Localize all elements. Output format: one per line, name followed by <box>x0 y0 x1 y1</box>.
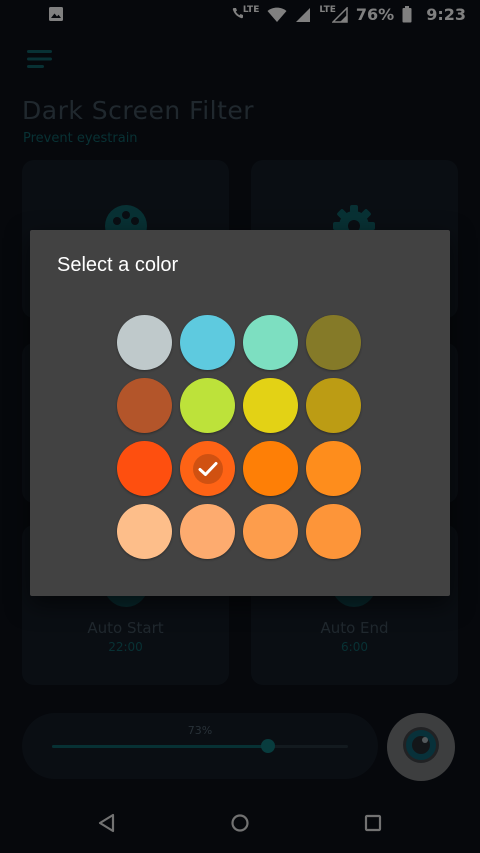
swatch-apricot[interactable] <box>180 504 235 559</box>
swatch-red-orange[interactable] <box>117 441 172 496</box>
check-icon <box>192 453 223 484</box>
select-color-dialog: Select a color <box>30 230 450 596</box>
swatch-orange[interactable] <box>243 441 298 496</box>
swatch-tangerine-light[interactable] <box>243 504 298 559</box>
swatch-deep-orange[interactable] <box>180 441 235 496</box>
swatch-mint[interactable] <box>243 315 298 370</box>
swatch-yellow[interactable] <box>243 378 298 433</box>
swatch-lime[interactable] <box>180 378 235 433</box>
swatch-tangerine[interactable] <box>306 504 361 559</box>
swatch-light-orange[interactable] <box>306 441 361 496</box>
swatch-sky-blue[interactable] <box>180 315 235 370</box>
swatch-rust[interactable] <box>117 378 172 433</box>
swatch-olive[interactable] <box>306 315 361 370</box>
swatch-mustard[interactable] <box>306 378 361 433</box>
swatch-peach[interactable] <box>117 504 172 559</box>
dialog-title: Select a color <box>57 254 179 276</box>
color-swatch-grid <box>117 315 361 559</box>
swatch-light-gray-blue[interactable] <box>117 315 172 370</box>
